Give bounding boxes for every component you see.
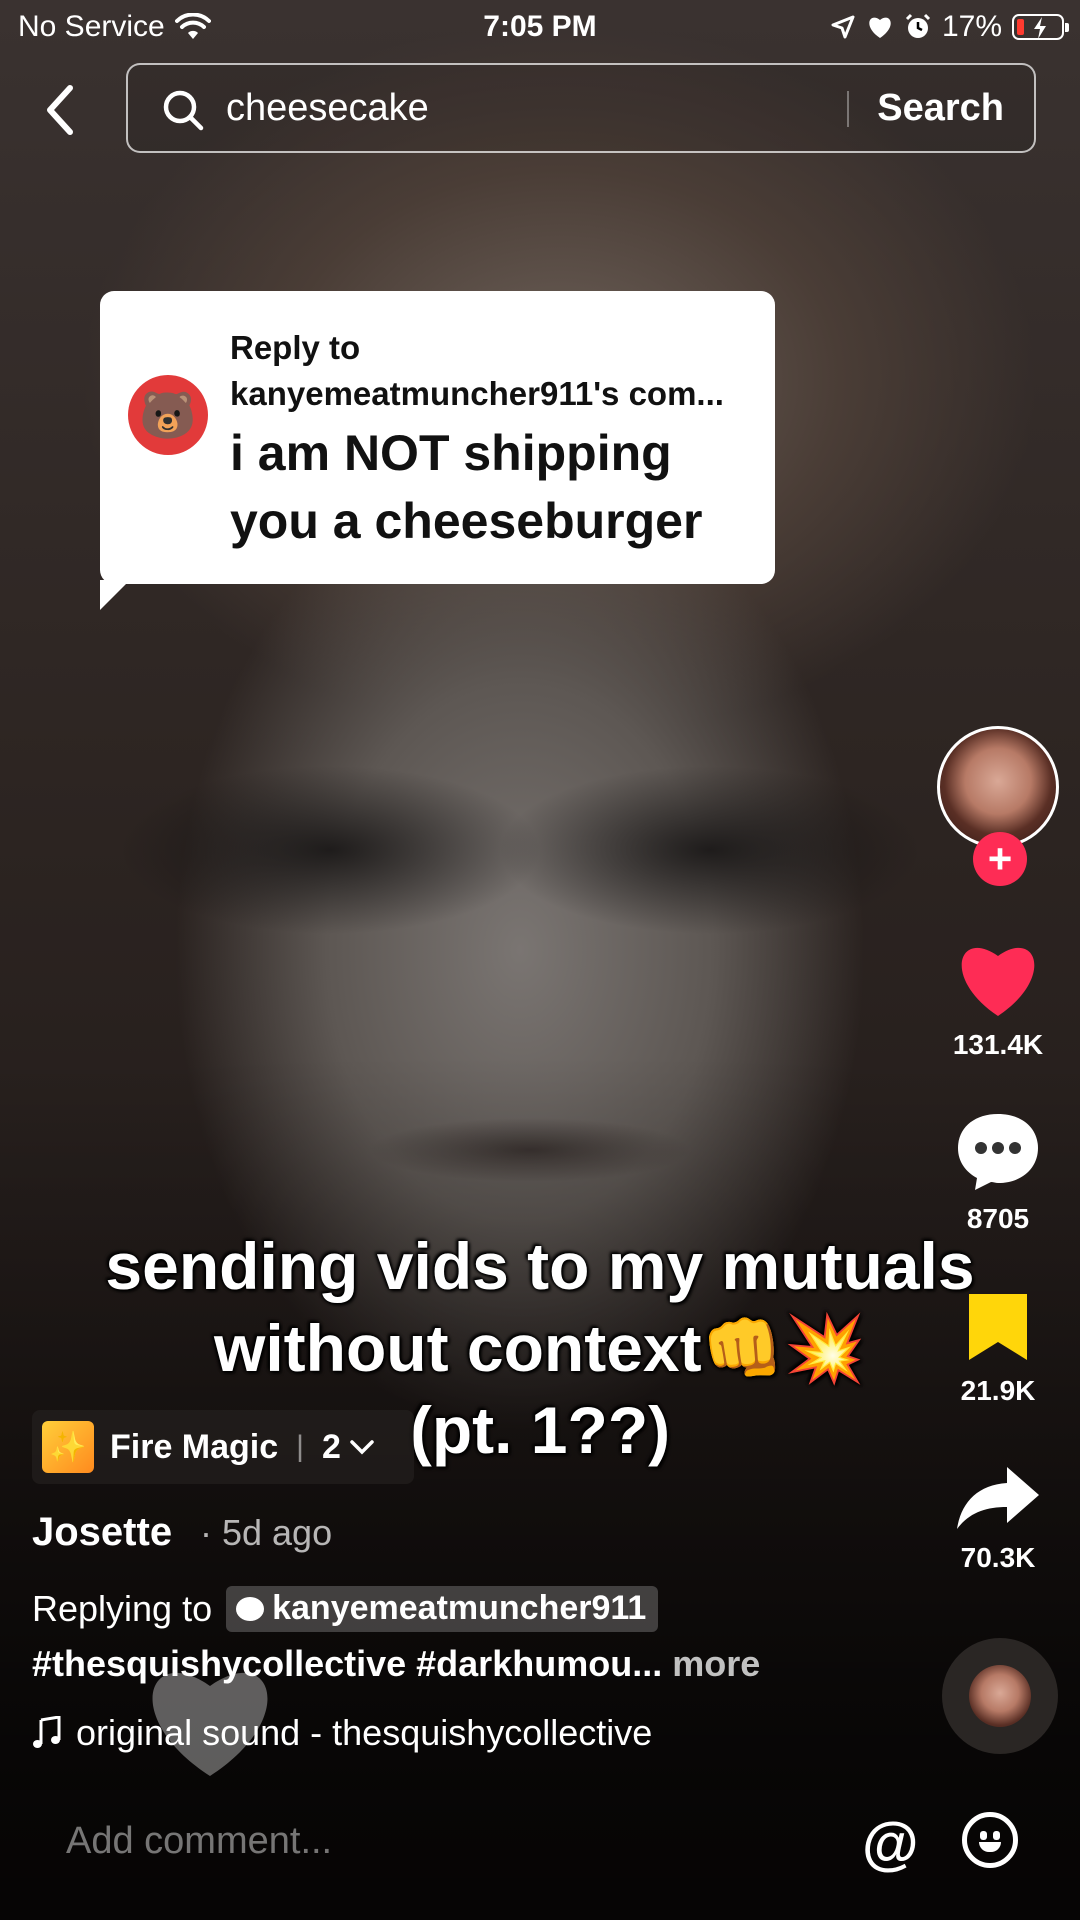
more-link[interactable]: more	[672, 1643, 760, 1684]
caption-line-1: sending vids to my mutuals	[105, 1229, 975, 1303]
effect-count: 2	[321, 1427, 341, 1466]
mention-icon[interactable]: @	[862, 1810, 919, 1877]
reply-to-label: Reply to	[230, 329, 361, 366]
emoji-icon[interactable]	[962, 1812, 1018, 1868]
effect-thumbnail-icon: ✨	[42, 1421, 94, 1473]
like-count: 131.4K	[952, 1029, 1044, 1060]
video-vignette	[0, 0, 1080, 1920]
caption-line-2: without context👊💥	[214, 1311, 866, 1385]
replying-user-tag[interactable]: kanyemeatmuncher911	[226, 1586, 659, 1632]
share-arrow-icon[interactable]	[955, 1465, 1041, 1531]
chevron-down-icon	[350, 1440, 374, 1455]
share-count: 70.3K	[960, 1542, 1036, 1573]
author-name[interactable]: Josette	[32, 1510, 172, 1555]
comment-bubble-icon	[236, 1596, 265, 1621]
comment-bar[interactable]: Add comment... @	[0, 1790, 1080, 1920]
heart-status-icon	[869, 17, 891, 38]
sound-disc[interactable]	[942, 1638, 1058, 1754]
creator-avatar[interactable]	[937, 726, 1059, 848]
effect-chip[interactable]: ✨ Fire Magic | 2	[32, 1410, 414, 1484]
hashtags-text[interactable]: #thesquishycollective #darkhumou...	[32, 1643, 662, 1684]
heart-icon[interactable]	[955, 940, 1041, 1018]
effect-name: Fire Magic	[110, 1427, 279, 1466]
search-button[interactable]: Search	[877, 87, 1004, 130]
status-bar: No Service 7:05 PM 17%	[0, 0, 1080, 54]
bubble-tail	[100, 580, 130, 610]
share-action[interactable]: 70.3K	[932, 1465, 1064, 1574]
add-comment-input[interactable]: Add comment...	[66, 1820, 332, 1863]
commenter-avatar: 🐻	[128, 375, 208, 455]
post-time: · 5d ago	[200, 1512, 333, 1553]
reply-message: i am NOT shipping you a cheeseburger	[230, 425, 703, 549]
replying-to: Replying to kanyemeatmuncher911	[32, 1586, 659, 1632]
creator-profile[interactable]: +	[932, 726, 1064, 886]
alarm-icon	[905, 13, 931, 38]
back-chevron-icon[interactable]	[40, 80, 80, 140]
comment-icon[interactable]	[955, 1110, 1041, 1192]
like-action[interactable]: 131.4K	[932, 940, 1064, 1061]
follow-button[interactable]: +	[973, 832, 1027, 886]
search-icon	[163, 90, 204, 131]
reply-comment-sticker[interactable]: 🐻 Reply to kanyemeatmuncher911's com... …	[100, 291, 775, 610]
battery-level	[1017, 19, 1024, 35]
reply-to-user: kanyemeatmuncher911's com...	[230, 375, 724, 412]
charging-bolt-icon	[1034, 17, 1046, 39]
search-divider	[847, 91, 849, 127]
battery-icon	[1012, 14, 1069, 40]
battery-percent: 17%	[941, 10, 1002, 43]
status-right: 17%	[830, 10, 1069, 44]
sound-disc-avatar	[969, 1665, 1031, 1727]
music-note-icon	[33, 1716, 61, 1748]
replying-label: Replying to	[32, 1588, 213, 1629]
effect-separator: |	[296, 1430, 304, 1463]
search-bar[interactable]: cheesecake Search	[126, 63, 1036, 153]
floating-heart-icon	[152, 1672, 268, 1776]
sound-row[interactable]: original sound - thesquishycollective	[32, 1712, 652, 1754]
search-input[interactable]: cheesecake	[226, 87, 429, 130]
location-arrow-icon	[831, 15, 855, 39]
replying-user: kanyemeatmuncher911	[272, 1589, 647, 1627]
comment-action[interactable]: 8705	[932, 1110, 1064, 1235]
